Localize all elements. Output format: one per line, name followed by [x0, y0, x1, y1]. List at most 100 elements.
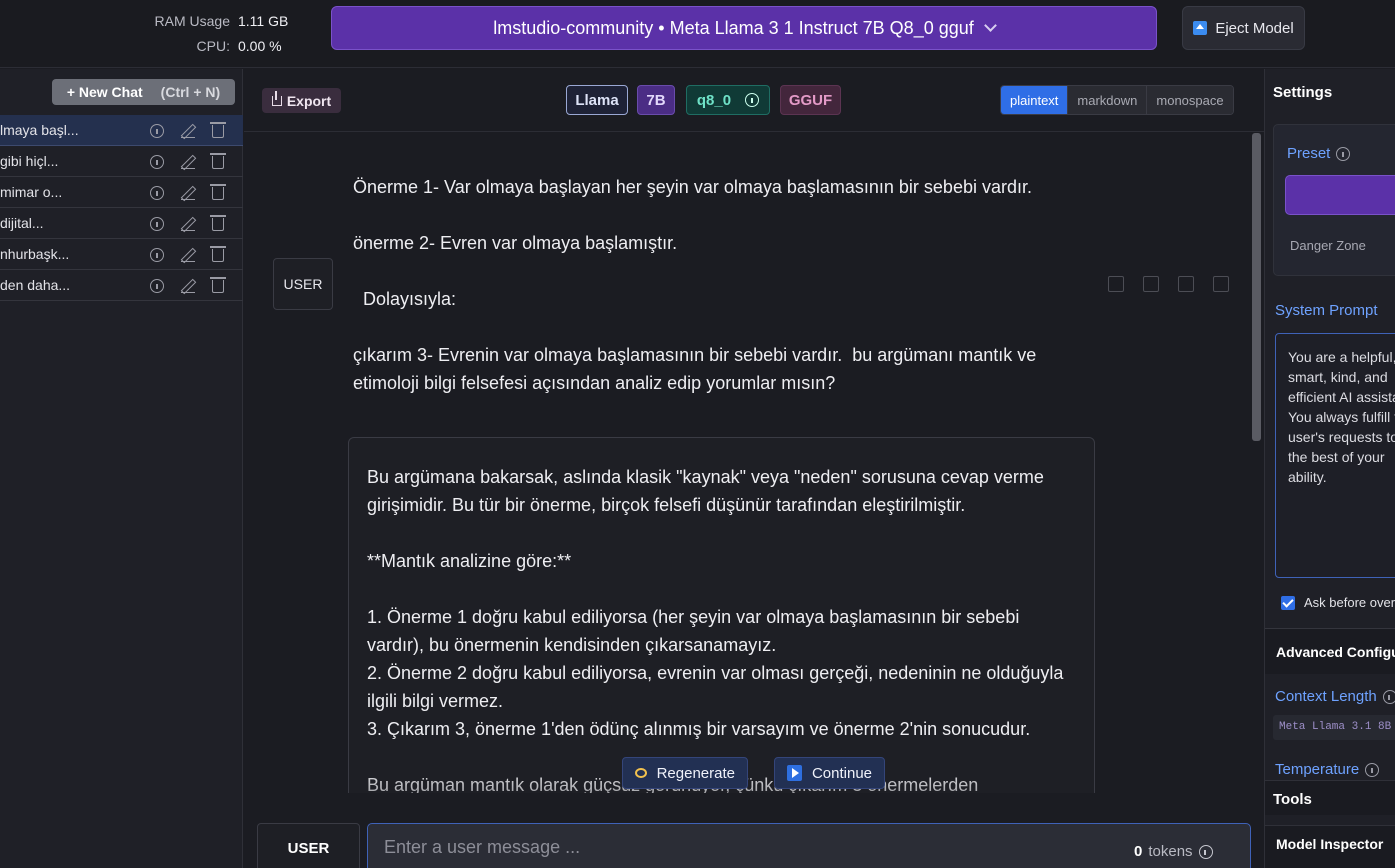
- info-icon[interactable]: [1382, 689, 1395, 704]
- chat-item[interactable]: gibi hiçl...: [0, 146, 243, 177]
- chat-item[interactable]: mimar o...: [0, 177, 243, 208]
- edit-icon[interactable]: [181, 217, 195, 231]
- chat-item[interactable]: den daha...: [0, 270, 243, 301]
- edit-icon[interactable]: [181, 155, 195, 169]
- model-arch-tag: Llama: [566, 85, 628, 115]
- trash-icon[interactable]: [210, 277, 226, 293]
- regenerate-button[interactable]: Regenerate: [622, 757, 748, 789]
- ask-before-label: Ask before overwriting: [1304, 595, 1395, 610]
- format-monospace[interactable]: monospace: [1146, 86, 1233, 114]
- chat-header: Export Llama 7B q8_0 GGUF plaintext mark…: [244, 69, 1264, 132]
- chat-messages: USER Önerme 1- Var olmaya başlayan her ş…: [244, 133, 1264, 793]
- trash-icon[interactable]: [210, 122, 226, 138]
- format-plaintext[interactable]: plaintext: [1001, 86, 1068, 114]
- new-chat-label: + New Chat: [66, 84, 143, 100]
- play-icon: [787, 765, 802, 781]
- info-icon[interactable]: [150, 123, 164, 138]
- eject-model-button[interactable]: Eject Model: [1182, 6, 1305, 50]
- token-label: tokens: [1148, 843, 1193, 860]
- chat-sidebar: + New Chat (Ctrl + N) lmaya başl... gibi…: [0, 69, 243, 868]
- continue-button[interactable]: Continue: [774, 757, 885, 789]
- quant-label: q8_0: [696, 91, 732, 109]
- model-format-tag: GGUF: [780, 85, 841, 115]
- new-chat-button[interactable]: + New Chat (Ctrl + N): [52, 79, 235, 105]
- danger-zone-label[interactable]: Danger Zone: [1290, 238, 1366, 253]
- assistant-message-text: Bu argümana bakarsak, aslında klasik "ka…: [367, 467, 1064, 793]
- format-markdown[interactable]: markdown: [1067, 86, 1147, 114]
- info-icon[interactable]: [1198, 844, 1213, 859]
- info-icon[interactable]: [745, 93, 760, 107]
- trash-icon[interactable]: [210, 153, 226, 169]
- edit-icon[interactable]: [181, 186, 195, 200]
- trash-icon[interactable]: [210, 184, 226, 200]
- info-icon[interactable]: [150, 247, 164, 262]
- temperature-text: Temperature: [1275, 761, 1360, 778]
- output-format-toggle: plaintext markdown monospace: [1000, 85, 1234, 115]
- cpu-value: 0.00 %: [238, 37, 282, 54]
- ram-value: 1.11 GB: [238, 12, 289, 29]
- tools-section[interactable]: Tools: [1265, 780, 1395, 815]
- copy-icon[interactable]: [1143, 276, 1159, 292]
- export-button[interactable]: Export: [262, 88, 341, 113]
- eject-icon: [1193, 21, 1208, 35]
- chat-item-title: den daha...: [0, 277, 71, 293]
- regenerate-icon: [635, 768, 647, 778]
- settings-panel: Settings Preset Danger Zone System Promp…: [1264, 69, 1395, 868]
- edit-icon[interactable]: [1178, 276, 1194, 292]
- advanced-config-header[interactable]: Advanced Configuration: [1265, 629, 1395, 674]
- system-prompt-label: System Prompt: [1275, 302, 1378, 319]
- edit-icon[interactable]: [181, 279, 195, 293]
- checkbox-checked-icon[interactable]: [1281, 595, 1295, 610]
- new-chat-shortcut: (Ctrl + N): [160, 84, 221, 100]
- model-selector[interactable]: lmstudio-community • Meta Llama 3 1 Inst…: [331, 6, 1157, 50]
- temperature-label: Temperature: [1275, 761, 1380, 778]
- info-icon[interactable]: [1365, 762, 1380, 777]
- chat-item-title: gibi hiçl...: [0, 153, 59, 169]
- user-message[interactable]: Önerme 1- Var olmaya başlayan her şeyin …: [353, 173, 1083, 397]
- trash-icon[interactable]: [1213, 276, 1229, 292]
- model-inspector-section[interactable]: Model Inspector: [1265, 825, 1395, 868]
- chat-item[interactable]: lmaya başl...: [0, 115, 243, 146]
- preset-select-button[interactable]: [1285, 175, 1395, 215]
- preset-label-text: Preset: [1287, 145, 1331, 162]
- model-selector-label: lmstudio-community • Meta Llama 3 1 Inst…: [493, 17, 974, 38]
- regenerate-label: Regenerate: [656, 764, 735, 782]
- message-input-box[interactable]: 0 tokens: [367, 823, 1251, 868]
- input-role-toggle[interactable]: USER: [257, 823, 360, 868]
- export-label: Export: [286, 92, 332, 109]
- model-size-tag: 7B: [637, 85, 675, 115]
- info-icon[interactable]: [150, 185, 164, 200]
- edit-icon[interactable]: [181, 248, 195, 262]
- chat-item[interactable]: dijital...: [0, 208, 243, 239]
- info-icon[interactable]: [150, 154, 164, 169]
- model-quant-tag[interactable]: q8_0: [686, 85, 770, 115]
- chat-item-title: nhurbaşk...: [0, 246, 70, 262]
- continue-label: Continue: [811, 764, 872, 782]
- assistant-message[interactable]: Bu argümana bakarsak, aslında klasik "ka…: [348, 437, 1095, 793]
- info-icon[interactable]: [150, 216, 164, 231]
- token-counter: 0 tokens: [1134, 843, 1213, 860]
- system-prompt-input[interactable]: You are a helpful, smart, kind, and effi…: [1275, 333, 1395, 578]
- message-input-row: USER 0 tokens: [244, 808, 1264, 868]
- eject-model-label: Eject Model: [1215, 19, 1294, 37]
- export-icon: [271, 90, 282, 106]
- trash-icon[interactable]: [210, 246, 226, 262]
- chat-item-title: dijital...: [0, 215, 44, 231]
- system-prompt-text: You are a helpful, smart, kind, and effi…: [1288, 349, 1395, 485]
- edit-icon[interactable]: [181, 124, 195, 138]
- preset-label: Preset: [1287, 145, 1351, 162]
- branch-icon[interactable]: [1108, 276, 1124, 292]
- ask-before-overwrite-checkbox[interactable]: Ask before overwriting: [1281, 595, 1395, 610]
- chevron-down-icon: [983, 18, 997, 32]
- chat-scrollbar[interactable]: [1252, 133, 1261, 441]
- context-length-value: Meta Llama 3.1 8B Instruct: [1273, 715, 1395, 740]
- user-role-badge: USER: [273, 258, 333, 310]
- info-icon[interactable]: [150, 278, 164, 293]
- trash-icon[interactable]: [210, 215, 226, 231]
- info-icon[interactable]: [1336, 146, 1351, 161]
- chat-item-title: lmaya başl...: [0, 122, 79, 138]
- message-input[interactable]: [384, 837, 1084, 858]
- message-actions: [1108, 276, 1229, 292]
- chat-item[interactable]: nhurbaşk...: [0, 239, 243, 270]
- chat-item-title: mimar o...: [0, 184, 63, 200]
